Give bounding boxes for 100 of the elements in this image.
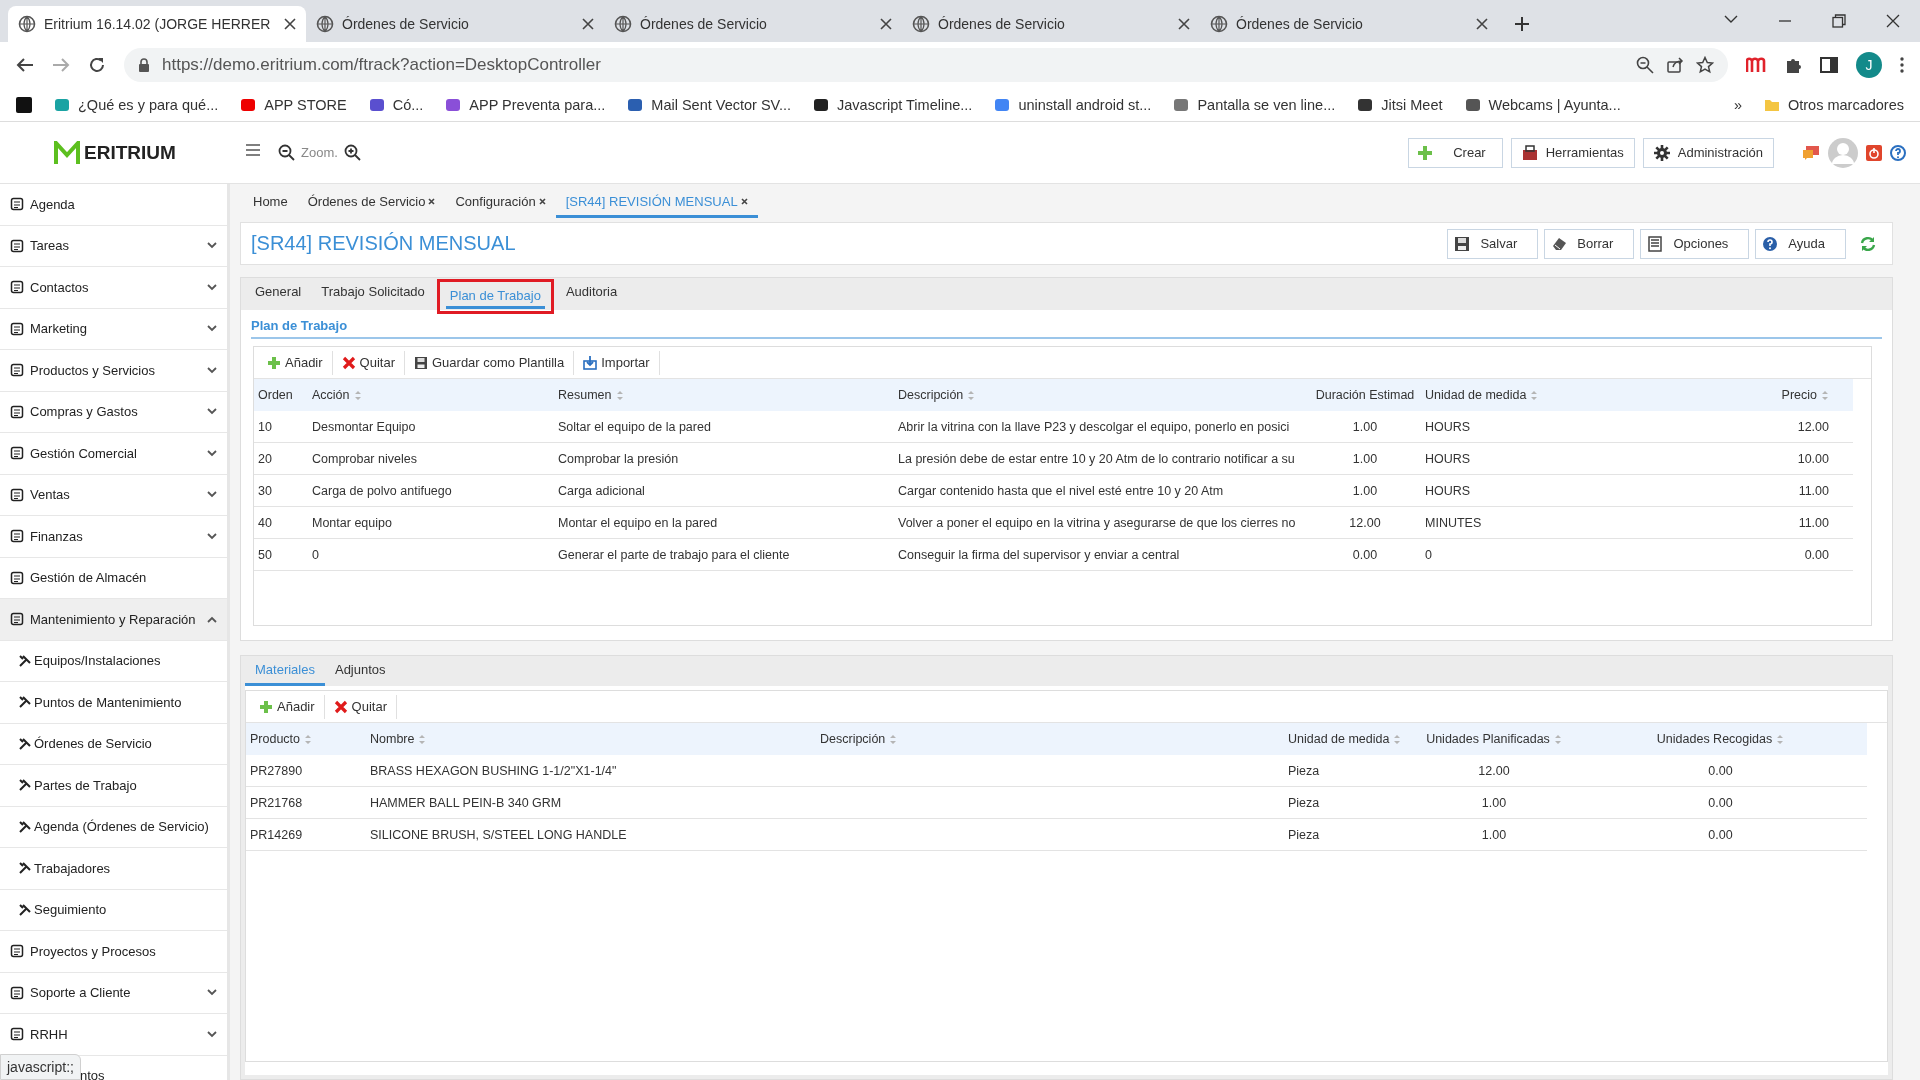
column-header[interactable]: Precio [1561,379,1853,411]
site-icon[interactable] [813,96,829,113]
new-tab-icon[interactable] [1514,16,1530,32]
browser-tab[interactable]: Órdenes de Servicio [306,6,604,42]
close-icon[interactable] [428,198,436,205]
column-header[interactable]: Duración Estimad [1309,379,1421,411]
refresh-icon[interactable] [1860,235,1876,252]
sidebar-subitem[interactable]: Seguimiento [0,889,227,931]
more-bookmarks-button[interactable]: » [1733,96,1742,113]
sidebar-subitem[interactable]: Partes de Trabajo [0,765,227,807]
column-header[interactable]: Resumen [554,379,894,411]
toolbar-button[interactable]: Ayuda [1755,228,1846,259]
sidebar-item[interactable]: Finanzas [0,516,227,558]
column-header[interactable]: Acción [308,379,554,411]
bookmark-link[interactable]: APP STORE [264,96,347,113]
toolbar-button[interactable]: Quitar [324,694,397,719]
bookmark-link[interactable]: Javascript Timeline... [837,96,973,113]
sidebar-item[interactable]: Gestión Comercial [0,433,227,475]
tab[interactable]: Adjuntos [324,662,396,686]
browser-tab[interactable]: Órdenes de Servicio [902,6,1200,42]
toolbar-button[interactable]: Salvar [1447,228,1539,259]
chat-icon[interactable] [1802,144,1820,161]
more-icon[interactable] [1900,57,1904,73]
sidebar-item[interactable]: Productos y Servicios [0,350,227,392]
restore-icon[interactable] [1832,14,1846,28]
toolbar-button[interactable]: Opciones [1640,228,1750,259]
toolbar-button[interactable]: Guardar como Plantilla [405,350,575,375]
bookmark-link[interactable]: APP Preventa para... [469,96,606,113]
sidebar-subitem[interactable]: Órdenes de Servicio [0,723,227,765]
close-icon[interactable] [880,18,892,30]
sidebar-item[interactable]: Soporte a Cliente [0,972,227,1014]
site-icon[interactable] [627,96,644,113]
column-header[interactable]: Unidades Planificadas [1414,723,1574,755]
sidebar-item[interactable]: Compras y Gastos [0,391,227,433]
puzzle-icon[interactable] [1784,56,1802,74]
toolbar-button[interactable]: Quitar [332,350,405,375]
sidebar-subitem[interactable]: Trabajadores [0,848,227,890]
share-icon[interactable] [1666,56,1684,74]
menu-icon[interactable] [246,143,260,156]
sidebar-item[interactable]: Mantenimiento y Reparación [0,599,227,641]
browser-tab[interactable]: Eritrium 16.14.02 (JORGE HERRER [8,6,306,42]
column-header[interactable]: Unidades Recogidas [1574,723,1867,755]
close-icon[interactable] [538,198,546,205]
close-icon[interactable] [1476,18,1488,30]
close-icon[interactable] [582,18,594,30]
help-icon[interactable] [1890,144,1906,161]
bookmark-link[interactable]: uninstall android st... [1018,96,1152,113]
star-icon[interactable] [1696,56,1714,74]
column-header[interactable]: Unidad de medida [1421,379,1561,411]
zoom-out-icon[interactable] [278,144,295,161]
toolbar-button[interactable]: Borrar [1544,228,1635,259]
column-header[interactable]: Unidad de medida [1284,723,1414,755]
bookmark-folder[interactable]: Otros marcadores [1787,96,1904,113]
sidebar-item[interactable]: Tareas [0,225,227,267]
tab[interactable]: General [245,284,312,310]
header-button[interactable]: Crear [1408,137,1503,168]
toolbar-button[interactable]: Añadir [258,350,333,375]
browser-tab[interactable]: Órdenes de Servicio [1200,6,1498,42]
sidebar-item[interactable]: Agenda [0,184,227,226]
tab[interactable]: Auditoria [555,284,628,310]
sidebar-subitem[interactable]: Agenda (Órdenes de Servicio) [0,806,227,848]
address-bar[interactable]: https://demo.eritrium.com/ftrack?action=DesktopController [124,48,1728,82]
document-tab[interactable]: Órdenes de Servicio [297,194,446,218]
chevron-down-icon[interactable] [1724,14,1738,24]
bookmark-link[interactable]: Pantalla se ven line... [1197,96,1336,113]
profile-avatar[interactable]: J [1856,52,1882,78]
zoom-in-icon[interactable] [343,144,361,161]
header-button[interactable]: Herramientas [1510,137,1635,168]
toolbar-button[interactable]: Importar [574,350,660,375]
back-icon[interactable] [16,57,34,73]
bookmark-link[interactable]: Mail Sent Vector SV... [651,96,791,113]
column-header[interactable]: Descripción [894,379,1309,411]
reload-icon[interactable] [88,56,106,74]
extension-logo-icon[interactable] [1746,57,1766,73]
sidebar-item[interactable]: Contactos [0,267,227,309]
sidebar-subitem[interactable]: Equipos/Instalaciones [0,640,227,682]
close-icon[interactable] [1886,14,1900,28]
close-icon[interactable] [284,18,296,30]
document-tab[interactable]: Home [243,194,298,218]
column-header[interactable]: Orden [254,379,308,411]
tab[interactable]: Trabajo Solicitado [311,284,435,310]
column-header[interactable]: Descripción [816,723,1284,755]
column-header[interactable]: Producto [246,723,366,755]
side-panel-icon[interactable] [1820,57,1838,73]
bookmark-link[interactable]: Jitsi Meet [1381,96,1443,113]
sidebar-subitem[interactable]: Puntos de Mantenimiento [0,682,227,724]
bookmark-link[interactable]: Webcams | Ayunta... [1488,96,1621,113]
close-icon[interactable] [740,198,748,205]
site-icon[interactable] [1357,96,1374,113]
column-header[interactable]: Nombre [366,723,816,755]
site-icon[interactable] [1464,96,1481,113]
sidebar-item[interactable]: Marketing [0,308,227,350]
zoom-icon[interactable] [1636,56,1654,74]
bookmark-link[interactable]: Có... [392,96,424,113]
site-icon[interactable] [16,96,32,113]
close-icon[interactable] [1178,18,1190,30]
toolbar-button[interactable]: Añadir [250,694,325,719]
site-icon[interactable] [368,96,385,113]
sidebar-item[interactable]: Ventas [0,474,227,516]
bookmark-link[interactable]: ¿Qué es y para qué... [78,96,219,113]
